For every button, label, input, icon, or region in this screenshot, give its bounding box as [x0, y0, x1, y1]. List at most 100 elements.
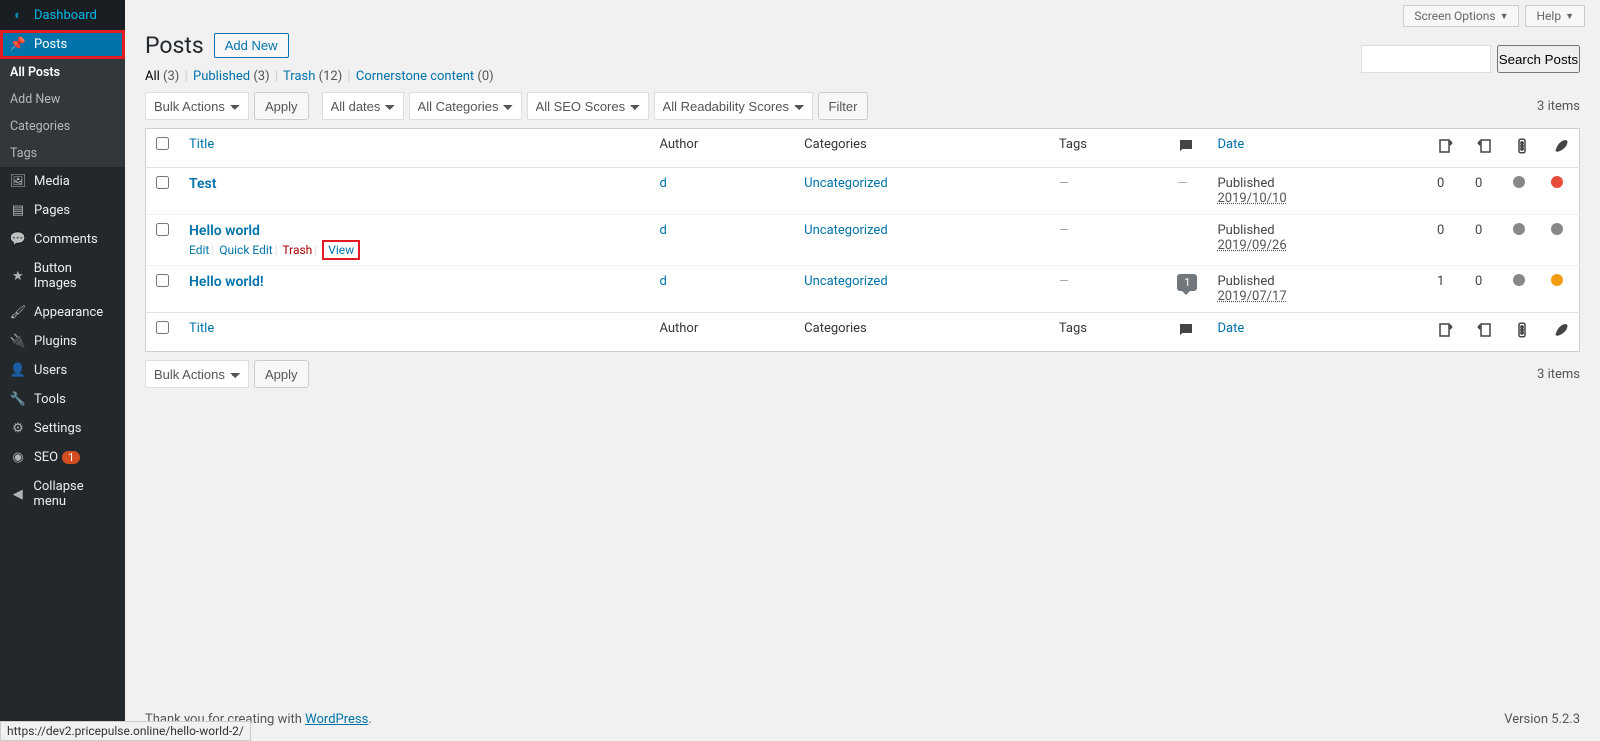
- col-date-bottom[interactable]: Date: [1217, 321, 1244, 336]
- row-checkbox[interactable]: [156, 223, 169, 236]
- items-count-bottom: 3 items: [1537, 367, 1580, 382]
- filter-published[interactable]: Published: [193, 69, 250, 84]
- sidebar-item-appearance[interactable]: 🖌Appearance: [0, 298, 125, 327]
- col-date[interactable]: Date: [1217, 137, 1244, 152]
- category-link[interactable]: Uncategorized: [804, 223, 887, 238]
- categories-select[interactable]: All Categories: [409, 92, 522, 120]
- feather-icon: [1551, 137, 1569, 155]
- view-link[interactable]: View: [328, 243, 354, 257]
- edit-link[interactable]: Edit: [189, 243, 209, 257]
- seo-scores-select[interactable]: All SEO Scores: [527, 92, 649, 120]
- dashboard-icon: ◐: [8, 7, 28, 23]
- plug-icon: 🔌: [8, 334, 28, 349]
- submenu-tags[interactable]: Tags: [0, 140, 125, 167]
- dates-select[interactable]: All dates: [322, 92, 404, 120]
- collapse-icon: ◀: [8, 487, 27, 502]
- sidebar-label: Media: [34, 174, 70, 189]
- sidebar-item-media[interactable]: 🖼Media: [0, 167, 125, 196]
- author-link[interactable]: d: [659, 176, 666, 191]
- col-tags: Tags: [1049, 129, 1167, 168]
- sidebar-item-comments[interactable]: 💬Comments: [0, 225, 125, 254]
- comment-count[interactable]: 1: [1177, 274, 1197, 291]
- wrench-icon: 🔧: [8, 392, 28, 407]
- col-comments-bottom[interactable]: [1167, 313, 1207, 352]
- filter-all[interactable]: All: [145, 69, 160, 84]
- outgoing-count: 0: [1427, 215, 1465, 266]
- user-icon: 👤: [8, 363, 28, 378]
- date-status: Published: [1217, 274, 1417, 289]
- table-row: Hello world! d Uncategorized — 1 Publish…: [146, 266, 1580, 313]
- post-title-link[interactable]: Hello world: [189, 223, 260, 239]
- outgoing-count: 1: [1427, 266, 1465, 313]
- select-all-checkbox[interactable]: [156, 137, 169, 150]
- date-status: Published: [1217, 223, 1417, 238]
- sidebar-label: Button Images: [34, 261, 117, 291]
- search-posts-button[interactable]: Search Posts: [1497, 45, 1580, 73]
- sidebar-item-plugins[interactable]: 🔌Plugins: [0, 327, 125, 356]
- submenu-all-posts[interactable]: All Posts: [0, 59, 125, 86]
- sidebar-item-users[interactable]: 👤Users: [0, 356, 125, 385]
- status-bar-url: https://dev2.pricepulse.online/hello-wor…: [0, 721, 251, 741]
- col-categories-bottom: Categories: [794, 313, 1049, 352]
- col-comments[interactable]: [1167, 129, 1207, 168]
- sidebar-item-settings[interactable]: ⚙Settings: [0, 414, 125, 443]
- search-input[interactable]: [1361, 45, 1491, 73]
- col-title-bottom[interactable]: Title: [189, 321, 214, 336]
- category-link[interactable]: Uncategorized: [804, 176, 887, 191]
- sidebar-item-button-images[interactable]: ★ Button Images: [0, 254, 125, 298]
- trash-link[interactable]: Trash: [282, 243, 312, 257]
- author-link[interactable]: d: [659, 274, 666, 289]
- seo-dot: [1513, 274, 1525, 286]
- bulk-actions-select-bottom[interactable]: Bulk Actions: [145, 360, 249, 388]
- col-author: Author: [649, 129, 794, 168]
- traffic-icon: [1513, 321, 1531, 339]
- sidebar-item-seo[interactable]: ◉SEO1: [0, 443, 125, 472]
- post-title-link[interactable]: Hello world!: [189, 274, 264, 290]
- readability-scores-select[interactable]: All Readability Scores: [654, 92, 813, 120]
- submenu-categories[interactable]: Categories: [0, 113, 125, 140]
- sidebar-collapse[interactable]: ◀Collapse menu: [0, 472, 125, 516]
- sidebar-item-dashboard[interactable]: ◐Dashboard: [0, 0, 125, 30]
- filter-trash[interactable]: Trash: [283, 69, 315, 84]
- filter-cornerstone[interactable]: Cornerstone content: [356, 69, 474, 84]
- traffic-icon: [1513, 137, 1531, 155]
- filter-button[interactable]: Filter: [818, 92, 869, 120]
- col-readability: [1541, 129, 1580, 168]
- incoming-count: 0: [1465, 168, 1503, 215]
- search-box: Search Posts: [1361, 45, 1580, 73]
- star-icon: ★: [8, 269, 28, 284]
- items-count: 3 items: [1537, 99, 1580, 114]
- add-new-button[interactable]: Add New: [214, 33, 289, 58]
- sidebar-label: Pages: [34, 203, 70, 218]
- submenu-add-new[interactable]: Add New: [0, 86, 125, 113]
- col-author-bottom: Author: [649, 313, 794, 352]
- help-button[interactable]: Help ▼: [1525, 5, 1585, 27]
- sidebar-item-posts[interactable]: 📌Posts: [0, 30, 125, 59]
- sidebar-item-tools[interactable]: 🔧Tools: [0, 385, 125, 414]
- date-value: 2019/09/26: [1217, 238, 1417, 253]
- sidebar-item-pages[interactable]: ▤Pages: [0, 196, 125, 225]
- table-row: Hello world Edit| Quick Edit| Trash| Vie…: [146, 215, 1580, 266]
- chevron-down-icon: ▼: [1565, 11, 1574, 22]
- select-all-checkbox-bottom[interactable]: [156, 321, 169, 334]
- bulk-actions-select[interactable]: Bulk Actions: [145, 92, 249, 120]
- no-comments: —: [1177, 176, 1187, 191]
- col-title[interactable]: Title: [189, 137, 214, 152]
- label: Help: [1536, 9, 1561, 23]
- author-link[interactable]: d: [659, 223, 666, 238]
- category-link[interactable]: Uncategorized: [804, 274, 887, 289]
- col-readability-bottom: [1541, 313, 1580, 352]
- row-checkbox[interactable]: [156, 274, 169, 287]
- pin-icon: 📌: [8, 37, 28, 52]
- row-checkbox[interactable]: [156, 176, 169, 189]
- tags-cell: —: [1059, 274, 1069, 289]
- quick-edit-link[interactable]: Quick Edit: [219, 243, 272, 257]
- apply-button[interactable]: Apply: [254, 92, 309, 120]
- count: (0): [477, 69, 493, 84]
- apply-button-bottom[interactable]: Apply: [254, 360, 309, 388]
- wordpress-link[interactable]: WordPress: [305, 712, 368, 727]
- incoming-count: 0: [1465, 266, 1503, 313]
- sidebar-label: Settings: [34, 421, 81, 436]
- post-title-link[interactable]: Test: [189, 176, 216, 192]
- screen-options-button[interactable]: Screen Options▼: [1403, 5, 1519, 27]
